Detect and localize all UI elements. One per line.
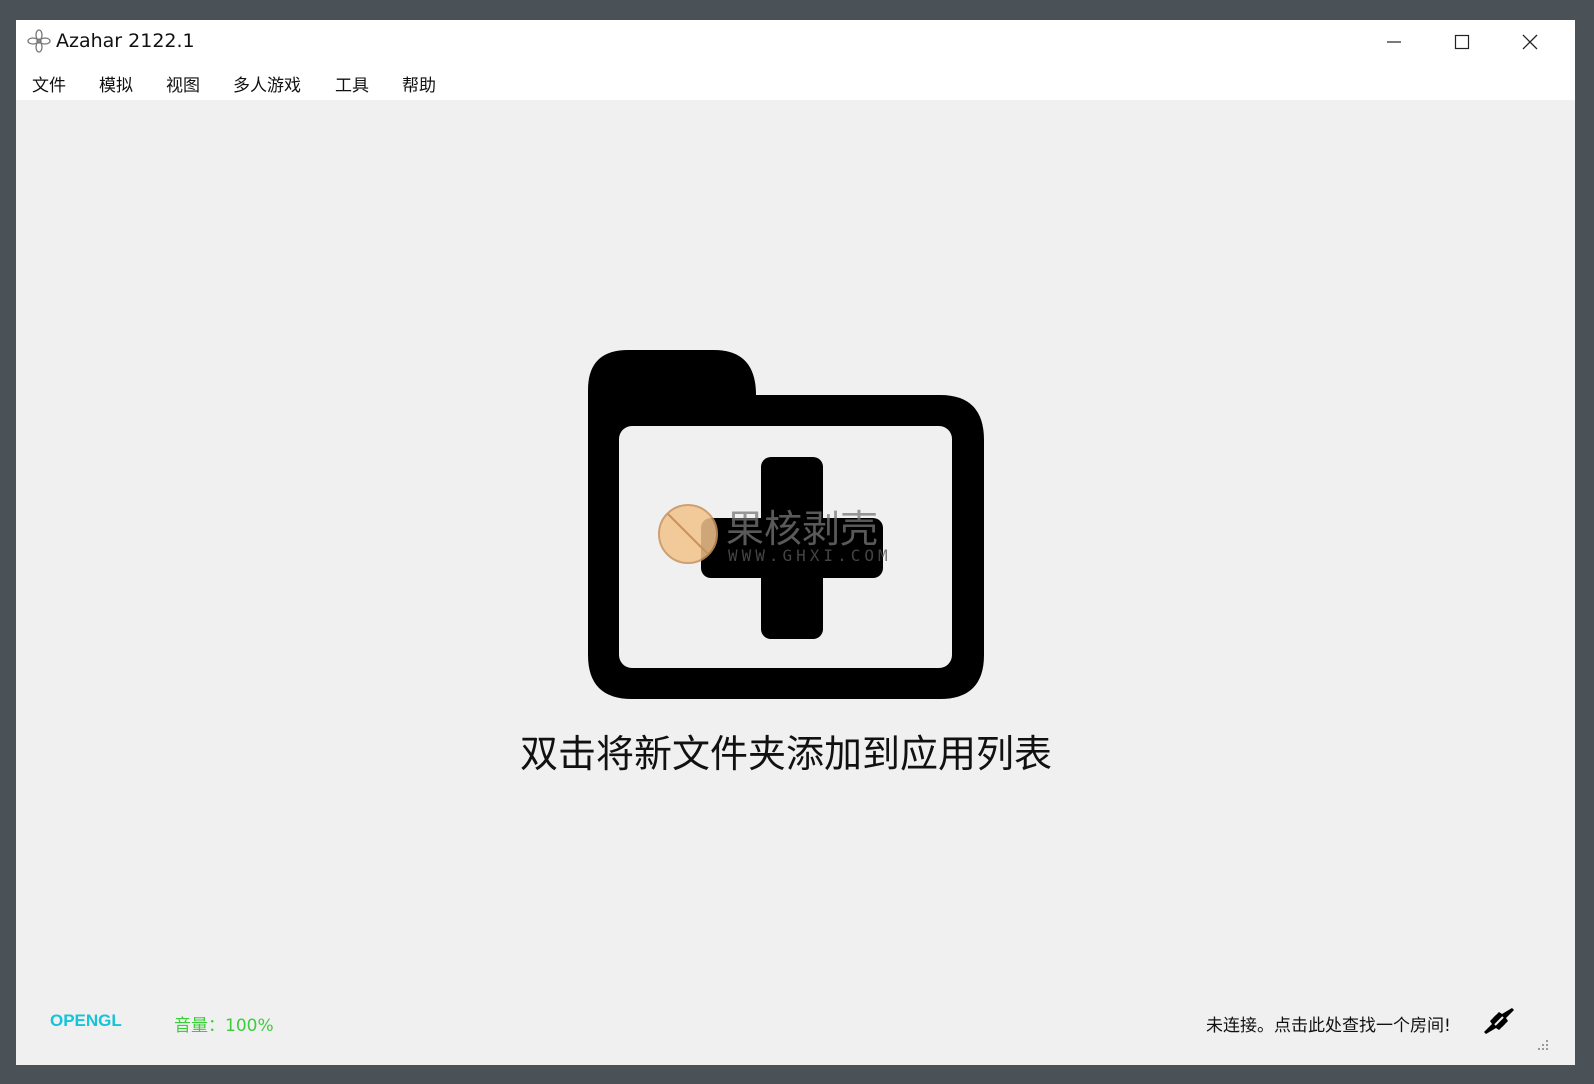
network-disconnected-icon[interactable]	[1482, 1004, 1516, 1038]
menu-emulation[interactable]: 模拟	[97, 69, 135, 98]
watermark-name: 果核剥壳	[726, 507, 879, 551]
renderer-label[interactable]: OPENGL	[50, 1011, 122, 1031]
status-bar: OPENGL 音量：100% 未连接。点击此处查找一个房间!	[16, 990, 1575, 1065]
watermark-url: WWW.GHXI.COM	[728, 546, 892, 565]
menu-view[interactable]: 视图	[164, 69, 202, 98]
room-status-link[interactable]: 未连接。点击此处查找一个房间!	[1206, 1011, 1451, 1036]
resize-grip-icon[interactable]	[1536, 1038, 1550, 1052]
menu-bar: 文件 模拟 视图 多人游戏 工具 帮助	[16, 63, 1575, 100]
minimize-button[interactable]	[1360, 20, 1428, 63]
maximize-icon	[1454, 34, 1470, 49]
menu-file[interactable]: 文件	[30, 69, 68, 98]
game-list-placeholder[interactable]: 果核剥壳 WWW.GHXI.COM 双击将新文件夹添加到应用列表	[16, 100, 1575, 990]
menu-help[interactable]: 帮助	[400, 69, 438, 98]
volume-label[interactable]: 音量：100%	[174, 1011, 274, 1036]
azahar-logo-icon	[27, 29, 51, 53]
watermark-logo-icon	[658, 504, 718, 564]
minimize-icon	[1387, 40, 1401, 43]
menu-multiplayer[interactable]: 多人游戏	[231, 69, 303, 98]
maximize-button[interactable]	[1428, 20, 1496, 63]
app-window: Azahar 2122.1 文件 模拟 视图 多人游戏 工具 帮助 果核剥壳 W…	[16, 20, 1575, 1065]
add-folder-hint: 双击将新文件夹添加到应用列表	[519, 732, 1052, 776]
close-button[interactable]	[1496, 20, 1564, 63]
title-bar[interactable]: Azahar 2122.1	[16, 20, 1575, 63]
close-icon	[1522, 34, 1538, 49]
window-title: Azahar 2122.1	[56, 30, 195, 52]
menu-tools[interactable]: 工具	[333, 69, 371, 98]
